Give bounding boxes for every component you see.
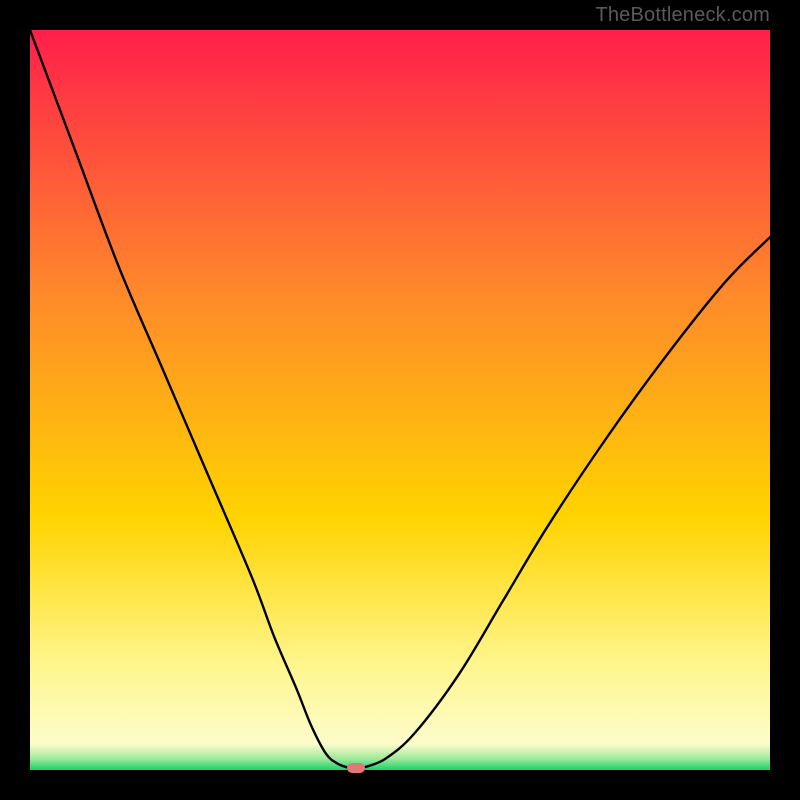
chart-frame: TheBottleneck.com	[0, 0, 800, 800]
minimum-marker	[347, 763, 365, 773]
watermark-text: TheBottleneck.com	[595, 4, 770, 27]
plot-area	[30, 30, 770, 770]
bottleneck-curve	[30, 30, 770, 770]
